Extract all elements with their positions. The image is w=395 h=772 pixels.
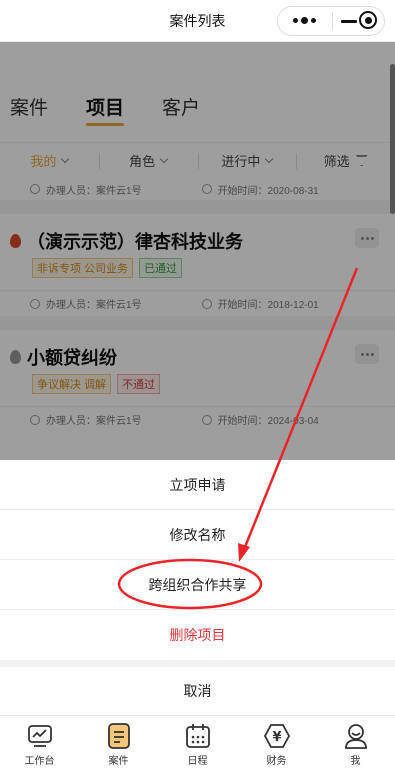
tab-workbench[interactable]: 工作台	[0, 716, 79, 772]
scrollbar[interactable]	[390, 64, 395, 214]
nav-header: 案件列表	[0, 0, 395, 42]
case-icon	[107, 723, 130, 749]
calendar-icon	[185, 724, 210, 748]
modal-mask[interactable]	[0, 42, 395, 460]
svg-text:¥: ¥	[272, 730, 281, 745]
tab-schedule-label: 日程	[187, 756, 208, 767]
tab-workbench-label: 工作台	[24, 756, 55, 767]
close-app-button[interactable]	[359, 11, 377, 29]
apply-project-button[interactable]: 立项申请	[0, 460, 395, 510]
cancel-button[interactable]: 取消	[0, 667, 395, 715]
minimize-icon	[341, 19, 357, 23]
tab-finance-label: 财务	[266, 756, 287, 767]
target-icon	[359, 11, 377, 29]
rename-button[interactable]: 修改名称	[0, 510, 395, 560]
user-icon	[344, 724, 367, 749]
tab-finance[interactable]: ¥ 财务	[237, 716, 316, 772]
tab-me-label: 我	[350, 756, 361, 767]
more-dots-icon	[293, 17, 316, 24]
tab-me[interactable]: 我	[316, 716, 395, 772]
tab-cases-label: 案件	[108, 756, 129, 767]
delete-project-button[interactable]: 删除项目	[0, 610, 395, 660]
chart-icon	[27, 725, 52, 747]
action-sheet: 立项申请 修改名称 跨组织合作共享 删除项目 取消	[0, 460, 395, 715]
finance-icon: ¥	[263, 724, 290, 748]
more-menu-button[interactable]	[278, 7, 331, 35]
cross-org-share-button[interactable]: 跨组织合作共享	[0, 560, 395, 610]
tab-schedule[interactable]: 日程	[158, 716, 237, 772]
bottom-tab-bar: 工作台 案件 日程 ¥ 财务 我	[0, 715, 395, 772]
tab-cases-nav[interactable]: 案件	[79, 716, 158, 772]
page-title: 案件列表	[169, 12, 226, 29]
